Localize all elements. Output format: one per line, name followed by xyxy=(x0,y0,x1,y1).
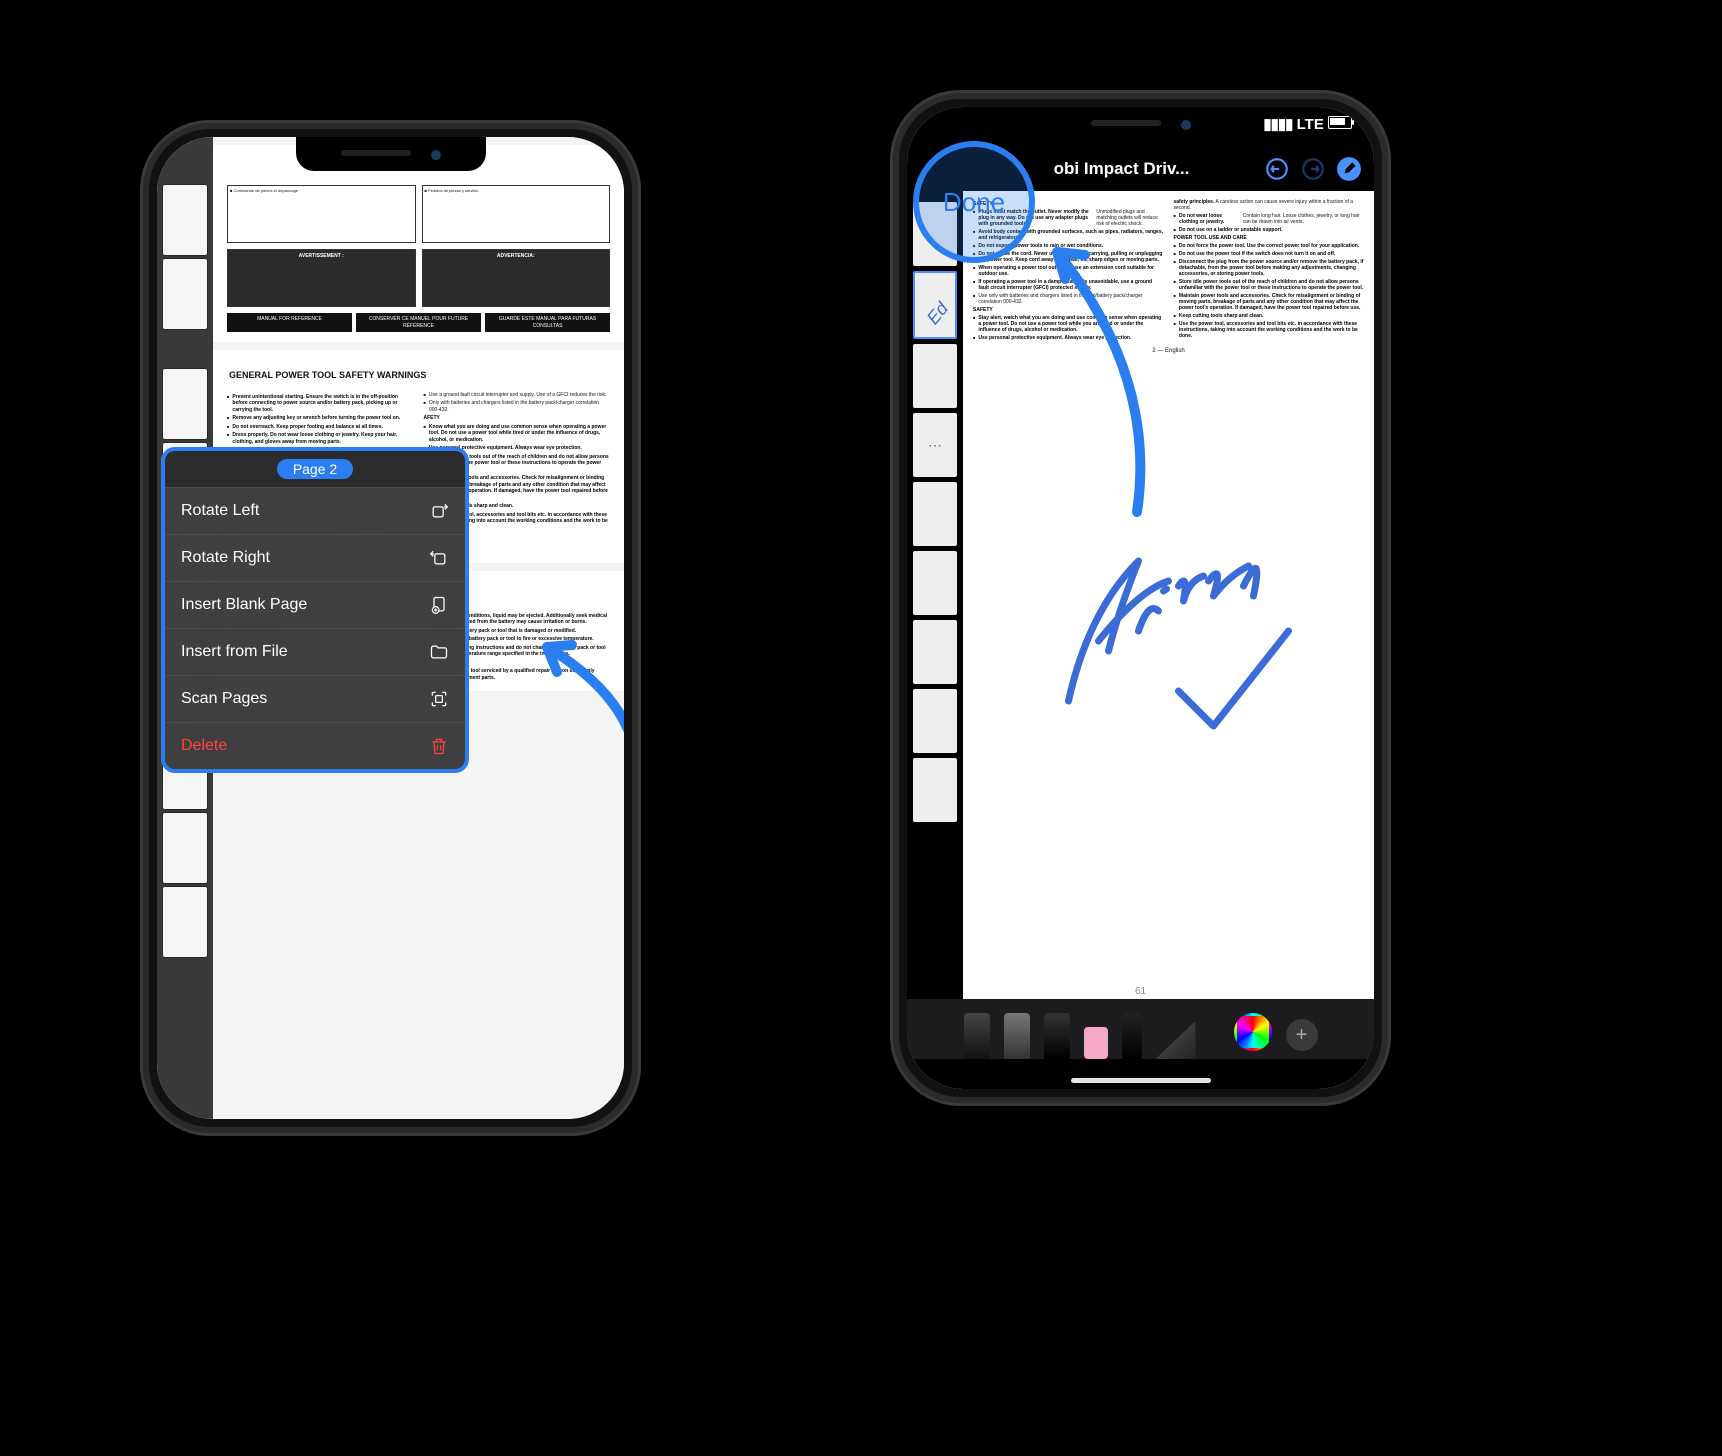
warning-box: AVERTISSEMENT : xyxy=(227,249,416,307)
menu-insert-file[interactable]: Insert from File xyxy=(165,628,465,675)
annotation-arrow xyxy=(527,637,624,797)
notch xyxy=(1046,107,1236,141)
thumbnail-sidebar[interactable]: Ed ⋯ xyxy=(907,191,963,999)
thumbnail[interactable] xyxy=(913,758,957,822)
thumbnail[interactable] xyxy=(913,689,957,753)
ruler-tool[interactable] xyxy=(1156,1021,1196,1059)
undo-icon xyxy=(1264,156,1290,182)
page-footer: 2 — English xyxy=(973,348,1364,354)
menu-insert-blank[interactable]: Insert Blank Page xyxy=(165,581,465,628)
scan-icon xyxy=(429,689,449,709)
insert-page-icon xyxy=(429,595,449,615)
undo-button[interactable] xyxy=(1264,156,1290,182)
thumbnail-more[interactable]: ⋯ xyxy=(913,413,957,477)
trash-icon xyxy=(429,736,449,756)
manual-badge: CONSERVER CE MANUEL POUR FUTURE RÉFÉRENC… xyxy=(356,313,481,332)
thumbnail[interactable] xyxy=(913,620,957,684)
eraser-tool[interactable] xyxy=(1084,1027,1108,1059)
status-icons: ▮▮▮▮ LTE xyxy=(1263,115,1352,145)
svg-text:Ed: Ed xyxy=(923,298,953,328)
marker-tool[interactable] xyxy=(1044,1013,1070,1059)
pen-tool[interactable] xyxy=(964,1013,990,1059)
manual-badge: GUARDE ESTE MANUAL PARA FUTURAS CONSULTA… xyxy=(485,313,610,332)
redo-icon xyxy=(1300,156,1326,182)
done-button-highlight[interactable]: Done xyxy=(913,141,1035,263)
manual-badge: MANUAL FOR REFERENCE xyxy=(227,313,352,332)
rotate-left-icon xyxy=(429,501,449,521)
thumbnail[interactable] xyxy=(163,185,207,255)
color-picker[interactable] xyxy=(1234,1013,1272,1051)
doc-heading: POWER TOOL USE AND CARE xyxy=(1174,235,1247,241)
lasso-tool[interactable] xyxy=(1122,1013,1142,1059)
menu-delete[interactable]: Delete xyxy=(165,722,465,769)
menu-scan-pages[interactable]: Scan Pages xyxy=(165,675,465,722)
handwriting-annotation xyxy=(993,491,1364,753)
page-context-menu: Page 2 Rotate Left Rotate Right Insert B… xyxy=(161,447,469,773)
page-heading: GENERAL POWER TOOL SAFETY WARNINGS xyxy=(227,366,610,386)
menu-rotate-left[interactable]: Rotate Left xyxy=(165,487,465,534)
menu-rotate-right[interactable]: Rotate Right xyxy=(165,534,465,581)
warning-box: ADVERTENCIA: xyxy=(422,249,611,307)
thumbnail[interactable] xyxy=(163,369,207,439)
markup-pen-icon xyxy=(1336,156,1362,182)
document-page[interactable]: SAFETY Plugs must match the outlet. Neve… xyxy=(963,191,1374,999)
folder-icon xyxy=(429,642,449,662)
thumbnail[interactable] xyxy=(163,887,207,957)
pencil-tool[interactable] xyxy=(1004,1013,1030,1059)
thumbnail[interactable] xyxy=(163,813,207,883)
phone-right: ▮▮▮▮ LTE obi Impact Driv... Done Ed ⋯ xyxy=(890,90,1391,1106)
thumbnail[interactable] xyxy=(163,259,207,329)
page-indicator: 61 xyxy=(907,986,1374,997)
thumbnail[interactable] xyxy=(913,482,957,546)
add-button[interactable]: + xyxy=(1286,1019,1318,1051)
notch xyxy=(296,137,486,171)
markup-toolbar: + xyxy=(907,999,1374,1059)
redo-button[interactable] xyxy=(1300,156,1326,182)
menu-title: Page 2 xyxy=(165,451,465,487)
thumbnail[interactable] xyxy=(913,344,957,408)
home-indicator[interactable] xyxy=(1071,1078,1211,1083)
thumbnail-selected[interactable]: Ed xyxy=(913,271,957,339)
phone-left: ■ Commande de pièces et dépannage ■ Pedi… xyxy=(140,120,641,1136)
thumbnail[interactable] xyxy=(913,551,957,615)
annotation-arrow xyxy=(1037,237,1157,517)
rotate-right-icon xyxy=(429,548,449,568)
markup-button[interactable] xyxy=(1336,156,1362,182)
